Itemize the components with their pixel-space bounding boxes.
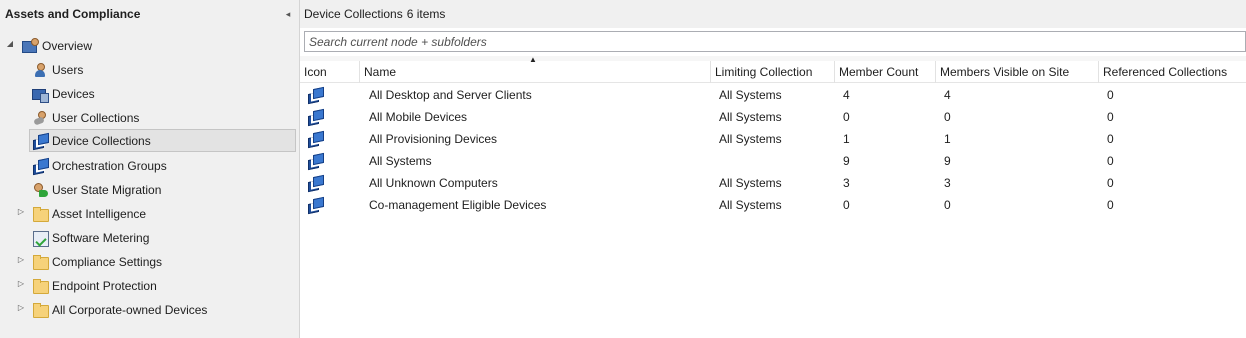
cell-referenced-collections: 0 — [1107, 176, 1114, 190]
cell-referenced-collections: 0 — [1107, 132, 1114, 146]
column-header-icon[interactable]: Icon — [300, 61, 360, 83]
expand-asset-intelligence-icon[interactable]: ▷ — [16, 207, 26, 216]
cell-referenced-collections: 0 — [1107, 88, 1114, 102]
expand-corporate-owned-icon[interactable]: ▷ — [16, 303, 26, 312]
cell-member-count: 3 — [843, 176, 850, 190]
tree-item-overview[interactable]: Overview — [22, 34, 92, 57]
user-collection-icon — [32, 110, 48, 126]
expand-compliance-settings-icon[interactable]: ▷ — [16, 255, 26, 264]
tree-item-device-collections[interactable]: Device Collections — [29, 129, 296, 152]
cell-members-visible: 0 — [944, 110, 951, 124]
column-header-row: Icon Name Limiting Collection Member Cou… — [300, 61, 1246, 83]
tree-item-label: Asset Intelligence — [52, 206, 147, 221]
migration-icon — [32, 182, 48, 198]
folder-icon — [32, 302, 49, 318]
table-row[interactable]: All Unknown Computers All Systems 3 3 0 — [300, 172, 1246, 194]
nav-header: Assets and Compliance ◂ — [0, 0, 299, 28]
cell-limiting-collection: All Systems — [719, 132, 782, 146]
column-header-members-visible[interactable]: Members Visible on Site — [936, 61, 1099, 83]
column-header-member-count[interactable]: Member Count — [835, 61, 936, 83]
cell-member-count: 0 — [843, 198, 850, 212]
cell-member-count: 4 — [843, 88, 850, 102]
tree-item-label: Overview — [42, 38, 93, 53]
device-collection-icon — [307, 197, 323, 213]
content-title: Device Collections — [304, 7, 403, 21]
expand-endpoint-protection-icon[interactable]: ▷ — [16, 279, 26, 288]
cell-members-visible: 9 — [944, 154, 951, 168]
tree-item-label: Device Collections — [52, 133, 151, 148]
tree-item-label: Software Metering — [52, 230, 150, 245]
folder-icon — [32, 206, 49, 222]
cell-name: All Mobile Devices — [369, 110, 468, 124]
cell-member-count: 0 — [843, 110, 850, 124]
table-row[interactable]: All Provisioning Devices All Systems 1 1… — [300, 128, 1246, 150]
cell-name: All Desktop and Server Clients — [369, 88, 532, 102]
table-row[interactable]: All Mobile Devices All Systems 0 0 0 — [300, 106, 1246, 128]
tree-item-all-corporate-owned-devices[interactable]: All Corporate-owned Devices — [32, 298, 207, 321]
software-metering-icon — [32, 230, 49, 247]
cell-name: All Systems — [369, 154, 432, 168]
tree-item-label: User State Migration — [52, 182, 162, 197]
tree-item-label: Users — [52, 62, 84, 77]
content-header: Device Collections 6 items — [300, 0, 1246, 28]
overview-icon — [22, 37, 39, 54]
expand-overview-icon[interactable]: ◢ — [5, 39, 15, 48]
tree-item-user-collections[interactable]: User Collections — [32, 106, 139, 129]
cell-limiting-collection: All Systems — [719, 176, 782, 190]
tree-item-label: Devices — [52, 86, 95, 101]
cell-member-count: 1 — [843, 132, 850, 146]
tree-item-endpoint-protection[interactable]: Endpoint Protection — [32, 274, 157, 297]
nav-title: Assets and Compliance — [5, 7, 141, 21]
tree-item-compliance-settings[interactable]: Compliance Settings — [32, 250, 162, 273]
device-collection-icon — [307, 153, 323, 169]
tree-item-users[interactable]: Users — [32, 58, 83, 81]
column-header-limiting-collection[interactable]: Limiting Collection — [711, 61, 835, 83]
folder-icon — [32, 254, 49, 270]
cell-name: All Provisioning Devices — [369, 132, 498, 146]
devices-icon — [32, 86, 49, 103]
device-collection-icon — [307, 131, 323, 147]
cell-member-count: 9 — [843, 154, 850, 168]
cell-name: All Unknown Computers — [369, 176, 498, 190]
device-collection-icon — [32, 133, 48, 149]
tree-item-label: Orchestration Groups — [52, 158, 167, 173]
collapse-pane-button[interactable]: ◂ — [283, 9, 293, 20]
cell-referenced-collections: 0 — [1107, 198, 1114, 212]
cell-limiting-collection: All Systems — [719, 110, 782, 124]
orchestration-group-icon — [32, 158, 48, 174]
tree-item-label: Compliance Settings — [52, 254, 163, 269]
content-pane: Device Collections 6 items Search curren… — [300, 0, 1246, 338]
column-header-referenced-collections[interactable]: Referenced Collections — [1099, 61, 1246, 83]
cell-referenced-collections: 0 — [1107, 110, 1114, 124]
cell-members-visible: 1 — [944, 132, 951, 146]
table-row[interactable]: Co-management Eligible Devices All Syste… — [300, 194, 1246, 216]
folder-icon — [32, 278, 49, 294]
cell-referenced-collections: 0 — [1107, 154, 1114, 168]
navigation-pane: Assets and Compliance ◂ ◢ Overview Users… — [0, 0, 300, 338]
device-collection-icon — [307, 87, 323, 103]
item-count: 6 items — [406, 7, 446, 21]
cell-limiting-collection: All Systems — [719, 88, 782, 102]
tree-item-user-state-migration[interactable]: User State Migration — [32, 178, 161, 201]
tree-item-devices[interactable]: Devices — [32, 82, 95, 105]
cell-name: Co-management Eligible Devices — [369, 198, 547, 212]
search-input[interactable]: Search current node + subfolders — [304, 31, 1246, 52]
user-icon — [32, 62, 48, 78]
tree-item-label: All Corporate-owned Devices — [52, 302, 208, 317]
table-row[interactable]: All Desktop and Server Clients All Syste… — [300, 84, 1246, 106]
cell-members-visible: 0 — [944, 198, 951, 212]
table-row[interactable]: All Systems 9 9 0 — [300, 150, 1246, 172]
device-collection-icon — [307, 175, 323, 191]
tree-item-asset-intelligence[interactable]: Asset Intelligence — [32, 202, 146, 225]
column-header-name[interactable]: Name — [360, 61, 711, 83]
tree-item-software-metering[interactable]: Software Metering — [32, 226, 149, 249]
cell-members-visible: 4 — [944, 88, 951, 102]
tree-item-orchestration-groups[interactable]: Orchestration Groups — [32, 154, 167, 177]
cell-members-visible: 3 — [944, 176, 951, 190]
cell-limiting-collection: All Systems — [719, 198, 782, 212]
tree-item-label: Endpoint Protection — [52, 278, 157, 293]
tree-item-label: User Collections — [52, 110, 140, 125]
device-collection-icon — [307, 109, 323, 125]
